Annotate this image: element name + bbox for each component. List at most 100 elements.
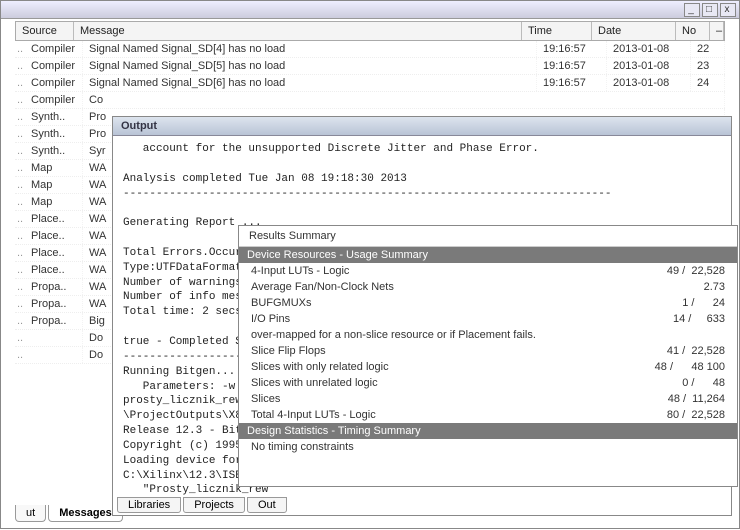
results-value	[625, 441, 725, 453]
cell-source: Synth..	[25, 109, 83, 125]
row-marker: ..	[15, 126, 25, 142]
col-no[interactable]: No	[676, 22, 710, 40]
row-marker: ..	[15, 92, 25, 108]
results-row: Slices with unrelated logic0 / 48	[239, 375, 737, 391]
results-row: 4-Input LUTs - Logic49 / 22,528	[239, 263, 737, 279]
table-row[interactable]: ..CompilerCo	[15, 92, 725, 109]
cell-source: Compiler	[25, 92, 83, 108]
cell-message: Signal Named Signal_SD[6] has no load	[83, 75, 537, 91]
cell-source: Map	[25, 160, 83, 176]
cell-date: 2013-01-08	[607, 41, 691, 57]
cell-time: 19:16:57	[537, 75, 607, 91]
results-row: Slices with only related logic48 / 48 10…	[239, 359, 737, 375]
cell-message: Signal Named Signal_SD[4] has no load	[83, 41, 537, 57]
results-row: No timing constraints	[239, 439, 737, 455]
output-tabs: Libraries Projects Out	[117, 497, 289, 513]
results-label: over-mapped for a non-slice resource or …	[251, 329, 625, 341]
row-marker: ..	[15, 75, 25, 91]
results-row: over-mapped for a non-slice resource or …	[239, 327, 737, 343]
results-label: No timing constraints	[251, 441, 625, 453]
cell-source: Propa..	[25, 296, 83, 312]
row-marker: ..	[15, 58, 25, 74]
results-row: Total 4-Input LUTs - Logic80 / 22,528	[239, 407, 737, 423]
results-value: 2.73	[625, 281, 725, 293]
row-marker: ..	[15, 41, 25, 57]
cell-source	[25, 347, 83, 363]
results-row: Slice Flip Flops41 / 22,528	[239, 343, 737, 359]
results-value: 48 / 48 100	[625, 361, 725, 373]
cell-source: Compiler	[25, 41, 83, 57]
cell-no: 23	[691, 58, 725, 74]
results-value: 1 / 24	[625, 297, 725, 309]
row-marker: ..	[15, 262, 25, 278]
results-label: Slices	[251, 393, 625, 405]
cell-date: 2013-01-08	[607, 58, 691, 74]
cell-source: Place..	[25, 228, 83, 244]
results-value: 49 / 22,528	[625, 265, 725, 277]
table-row[interactable]: ..CompilerSignal Named Signal_SD[4] has …	[15, 41, 725, 58]
tab-output[interactable]: Out	[247, 497, 287, 513]
cell-source: Place..	[25, 262, 83, 278]
row-marker: ..	[15, 160, 25, 176]
cell-time: 19:16:57	[537, 58, 607, 74]
table-row[interactable]: ..CompilerSignal Named Signal_SD[5] has …	[15, 58, 725, 75]
cell-time: 19:16:57	[537, 41, 607, 57]
cell-source: Map	[25, 194, 83, 210]
results-value: 0 / 48	[625, 377, 725, 389]
cell-source: Compiler	[25, 75, 83, 91]
tab-libraries[interactable]: Libraries	[117, 497, 181, 513]
cell-no: 22	[691, 41, 725, 57]
section-timing: Design Statistics - Timing Summary	[239, 423, 737, 439]
results-label: Total 4-Input LUTs - Logic	[251, 409, 625, 421]
row-marker: ..	[15, 211, 25, 227]
cell-source: Propa..	[25, 279, 83, 295]
minimize-button[interactable]: _	[684, 3, 700, 17]
results-body: 4-Input LUTs - Logic49 / 22,528Average F…	[239, 263, 737, 423]
results-label: Slice Flip Flops	[251, 345, 625, 357]
col-source[interactable]: Source	[16, 22, 74, 40]
cell-source: Compiler	[25, 58, 83, 74]
output-title: Output	[113, 117, 731, 136]
maximize-button[interactable]: □	[702, 3, 718, 17]
row-marker: ..	[15, 330, 25, 346]
results-label: BUFGMUXs	[251, 297, 625, 309]
cell-source	[25, 330, 83, 346]
cell-source: Propa..	[25, 313, 83, 329]
cell-source: Place..	[25, 211, 83, 227]
tab-left[interactable]: ut	[15, 505, 46, 522]
results-value: 48 / 11,264	[625, 393, 725, 405]
row-marker: ..	[15, 194, 25, 210]
results-row: BUFGMUXs1 / 24	[239, 295, 737, 311]
titlebar: _ □ x	[1, 1, 739, 19]
col-time[interactable]: Time	[522, 22, 592, 40]
cell-source: Synth..	[25, 126, 83, 142]
table-row[interactable]: ..CompilerSignal Named Signal_SD[6] has …	[15, 75, 725, 92]
col-scroll[interactable]: –	[710, 22, 724, 40]
cell-message: Signal Named Signal_SD[5] has no load	[83, 58, 537, 74]
close-button[interactable]: x	[720, 3, 736, 17]
results-label: I/O Pins	[251, 313, 625, 325]
cell-date: 2013-01-08	[607, 75, 691, 91]
results-value	[625, 329, 725, 341]
section-device: Device Resources - Usage Summary	[239, 247, 737, 263]
col-message[interactable]: Message	[74, 22, 522, 40]
results-label: 4-Input LUTs - Logic	[251, 265, 625, 277]
row-marker: ..	[15, 313, 25, 329]
col-date[interactable]: Date	[592, 22, 676, 40]
results-value: 41 / 22,528	[625, 345, 725, 357]
row-marker: ..	[15, 279, 25, 295]
results-window: Results Summary Device Resources - Usage…	[238, 225, 738, 487]
results-value: 80 / 22,528	[625, 409, 725, 421]
cell-no: 24	[691, 75, 725, 91]
row-marker: ..	[15, 177, 25, 193]
cell-message: Co	[83, 92, 725, 108]
row-marker: ..	[15, 245, 25, 261]
row-marker: ..	[15, 347, 25, 363]
row-marker: ..	[15, 296, 25, 312]
tab-projects[interactable]: Projects	[183, 497, 245, 513]
results-label: Average Fan/Non-Clock Nets	[251, 281, 625, 293]
results-row: I/O Pins14 / 633	[239, 311, 737, 327]
messages-tabs: ut Messages	[15, 505, 123, 522]
results-label: Slices with only related logic	[251, 361, 625, 373]
results-title: Results Summary	[239, 226, 737, 247]
